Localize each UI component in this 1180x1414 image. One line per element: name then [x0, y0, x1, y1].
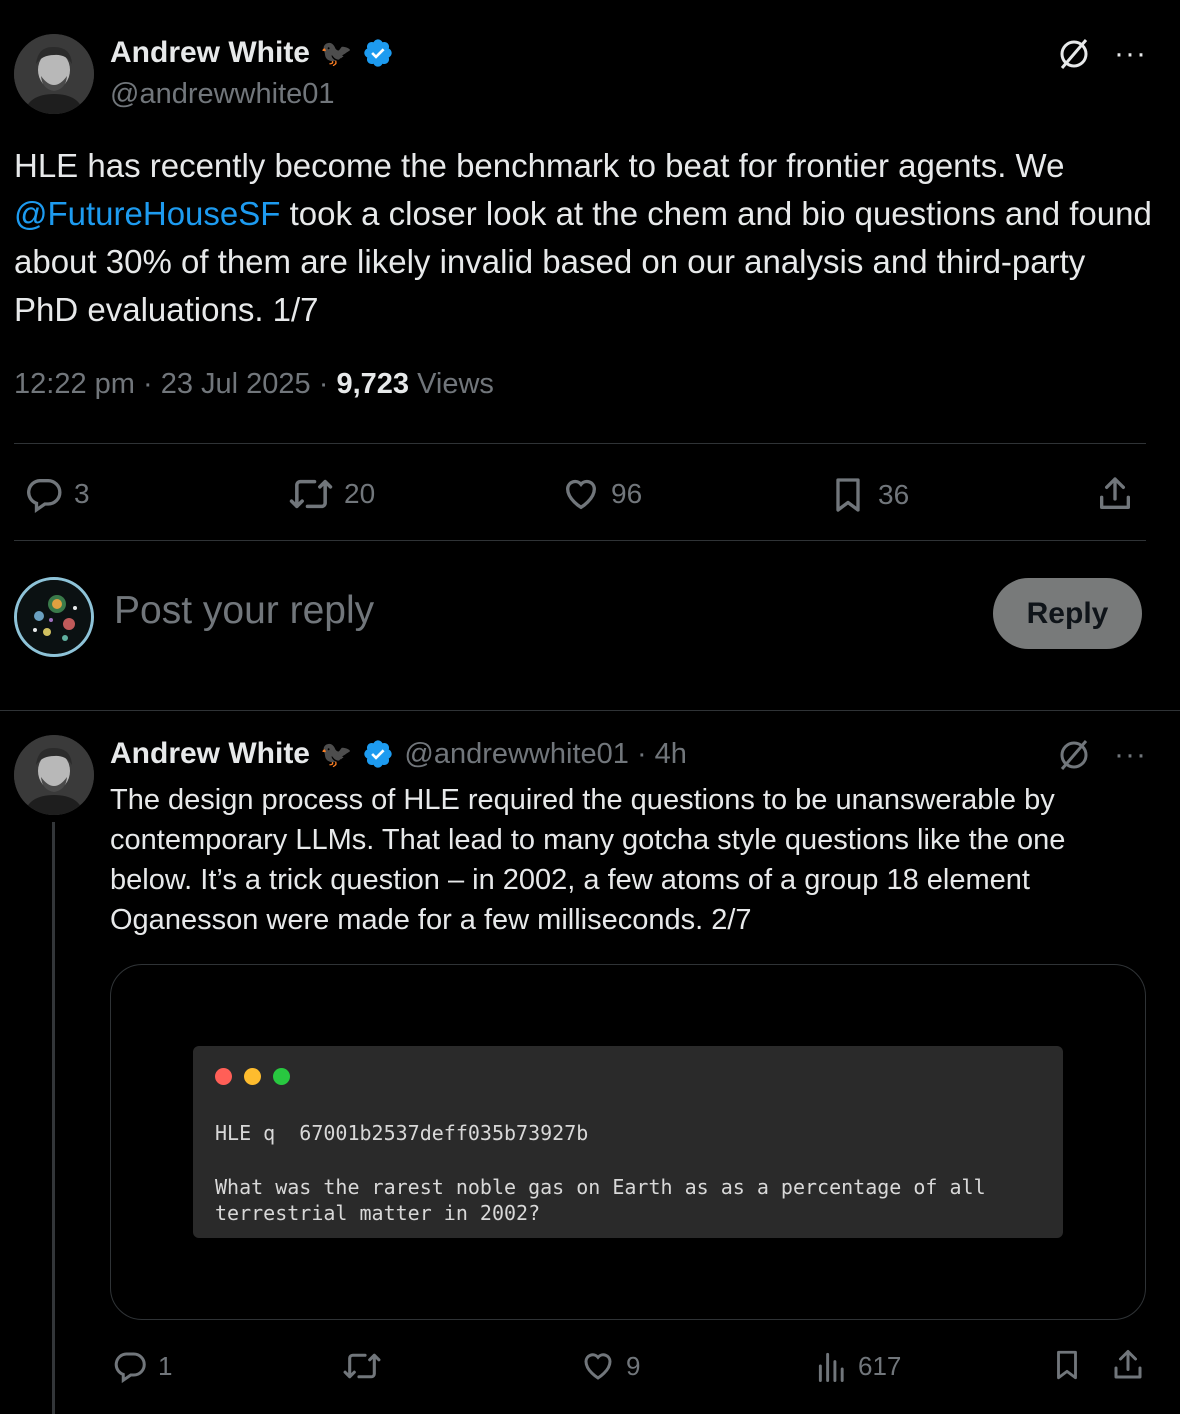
code-header-line: HLE q 67001b2537deff035b73927b [215, 1121, 589, 1145]
views-count: 617 [858, 1350, 902, 1381]
reply-button[interactable]: Reply [993, 578, 1142, 649]
minimize-dot [244, 1068, 261, 1085]
author-handle[interactable]: @andrewwhite01 [404, 738, 629, 771]
like-icon [565, 479, 597, 510]
reply-action[interactable]: 1 [112, 1348, 172, 1384]
reply-post-text: The design process of HLE required the q… [110, 784, 1066, 936]
media-card[interactable]: HLE q 67001b2537deff035b73927b What was … [110, 964, 1146, 1320]
views-count: 9,723 [336, 368, 410, 400]
divider [14, 443, 1146, 444]
repost-count: 20 [344, 478, 376, 509]
close-dot [215, 1068, 232, 1085]
meta-separator: · [142, 368, 161, 400]
views-action[interactable]: 617 [816, 1348, 901, 1384]
thread-line [52, 822, 55, 1414]
post-text: HLE has recently become the benchmark to… [14, 142, 1154, 334]
like-action[interactable]: 96 [561, 474, 642, 514]
like-action[interactable]: 9 [580, 1348, 640, 1384]
share-icon [1114, 1350, 1142, 1379]
reply-input[interactable]: Post your reply [114, 589, 914, 633]
like-count: 96 [611, 478, 643, 509]
post-date[interactable]: 23 Jul 2025 [161, 368, 311, 400]
author-emoji: 🐦‍⬛ [320, 37, 353, 68]
bookmark-count: 36 [878, 479, 910, 510]
share-action[interactable] [1110, 1346, 1146, 1384]
post-text-start: HLE has recently become the benchmark to… [14, 147, 1065, 184]
grok-icon[interactable] [1056, 737, 1092, 773]
more-icon[interactable]: ··· [1114, 740, 1147, 770]
code-question-line: What was the rarest noble gas on Earth a… [215, 1175, 986, 1199]
bookmark-action[interactable]: 36 [828, 474, 909, 516]
code-question-line: terrestrial matter in 2002? [215, 1201, 541, 1225]
zoom-dot [273, 1068, 290, 1085]
user-avatar[interactable] [14, 577, 94, 657]
post-time[interactable]: 12:22 pm [14, 368, 135, 400]
bookmark-icon [836, 478, 860, 512]
share-icon [1100, 477, 1130, 509]
verified-badge-icon [364, 39, 393, 67]
repost-icon [343, 1353, 381, 1379]
meta-separator: · [628, 737, 655, 770]
like-icon [584, 1353, 612, 1380]
meta-separator: · [318, 368, 337, 400]
verified-badge-icon [364, 740, 393, 768]
reply-action[interactable]: 3 [24, 474, 90, 514]
repost-action[interactable] [342, 1348, 382, 1384]
divider [0, 710, 1180, 711]
like-count: 9 [626, 1350, 641, 1381]
bookmark-action[interactable] [1050, 1346, 1084, 1384]
author-name[interactable]: Andrew White [110, 36, 310, 70]
more-icon[interactable]: ··· [1114, 39, 1147, 69]
views-label: Views [417, 368, 494, 400]
post-meta: 12:22 pm · 23 Jul 2025 · 9,723 Views [14, 368, 494, 401]
views-icon [818, 1352, 844, 1382]
reply-count: 1 [158, 1350, 173, 1381]
author-handle[interactable]: @andrewwhite01 [110, 78, 335, 111]
post-age[interactable]: 4h [655, 738, 687, 771]
grok-icon[interactable] [1056, 36, 1092, 72]
reply-icon [114, 1352, 146, 1384]
author-avatar[interactable] [14, 34, 94, 114]
repost-icon [289, 479, 333, 509]
bookmark-icon [1057, 1350, 1077, 1380]
share-action[interactable] [1095, 474, 1135, 514]
divider [14, 540, 1146, 541]
repost-action[interactable]: 20 [288, 474, 375, 514]
author-avatar[interactable] [14, 735, 94, 815]
author-emoji: 🐦‍⬛ [320, 738, 353, 769]
reply-count: 3 [74, 478, 90, 509]
code-window: HLE q 67001b2537deff035b73927b What was … [193, 1046, 1063, 1238]
author-name[interactable]: Andrew White [110, 737, 310, 771]
reply-icon [27, 479, 62, 514]
mention-link[interactable]: @FutureHouseSF [14, 195, 280, 232]
